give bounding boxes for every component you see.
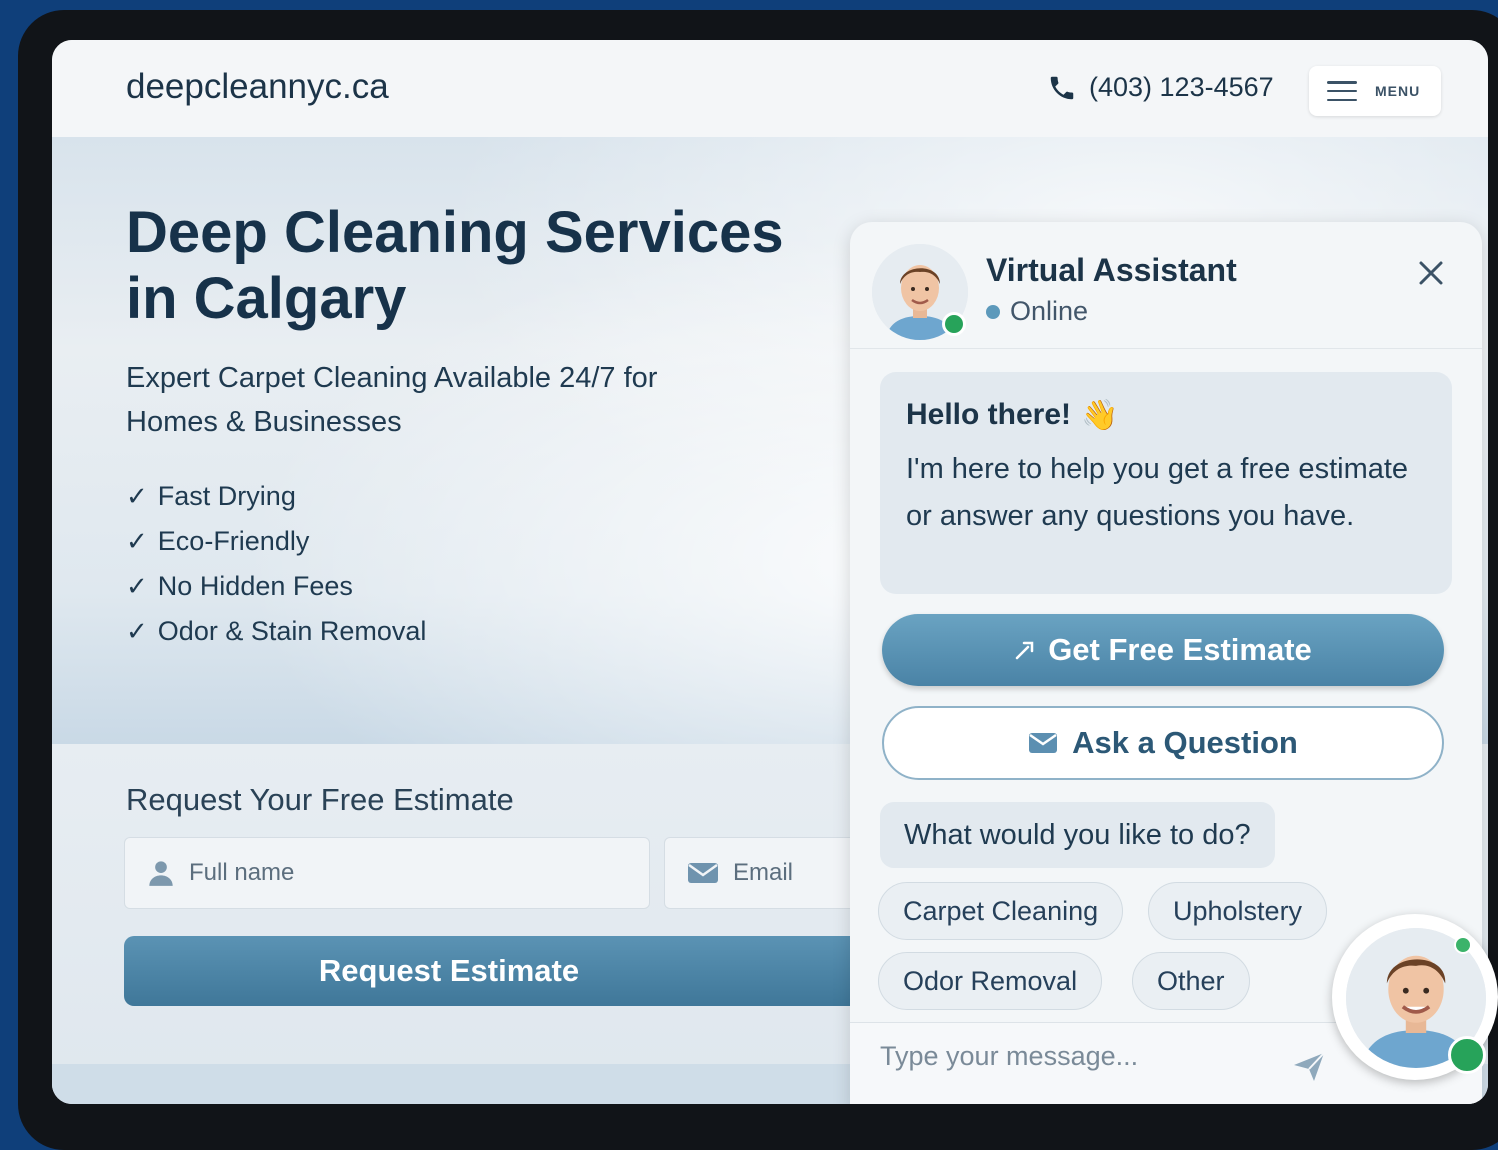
feature-item: ✓ No Hidden Fees [126,571,353,601]
check-icon: ✓ [126,616,148,646]
option-upholstery[interactable]: Upholstery [1148,882,1328,940]
menu-button[interactable]: MENU [1309,66,1441,116]
ask-question-button[interactable]: Ask a Question [882,706,1444,780]
greeting: Hello there! 👋 [906,390,1426,440]
chat-launcher-avatar[interactable] [1332,914,1498,1080]
assistant-status: Online [986,296,1088,327]
user-icon [149,861,173,886]
assistant-message-text: I'm here to help you get a free estimate… [906,453,1409,532]
option-carpet-cleaning[interactable]: Carpet Cleaning [878,882,1124,940]
site-logo[interactable]: deepcleannyc.ca [126,67,389,107]
greeting-text: Hello there! [906,398,1072,431]
send-icon[interactable] [1290,1047,1328,1085]
hero-subtitle: Expert Carpet Cleaning Available 24/7 fo… [126,362,658,438]
feature-item: ✓ Fast Drying [126,481,296,511]
get-free-estimate-label: Get Free Estimate [1048,632,1312,667]
chat-header: Virtual Assistant Online [850,222,1482,349]
feature-list: ✓ Fast Drying ✓ Eco-Friendly ✓ No Hidden Fe… [126,474,426,654]
menu-icon [1327,81,1357,101]
check-icon: ✓ [126,481,148,511]
email-icon [688,863,718,883]
feature-item: ✓ Eco-Friendly [126,526,310,556]
close-icon[interactable] [1416,258,1446,288]
assistant-title: Virtual Assistant [986,252,1237,288]
request-estimate-button[interactable]: Request Estimate [124,936,974,1006]
online-indicator [1448,1036,1486,1074]
site-header: deepcleannyc.ca (403) 123-4567 MENU [52,40,1488,138]
check-icon: ✓ [126,526,148,556]
full-name-field[interactable]: Full name [124,837,650,909]
status-label: Online [1010,296,1089,326]
phone-number: (403) 123-4567 [1089,72,1274,102]
status-dot [986,304,1000,319]
ask-question-label: Ask a Question [1072,725,1298,760]
phone-icon [1050,76,1074,99]
estimate-form-title: Request Your Free Estimate [126,782,514,817]
prompt-message: What would you like to do? [880,802,1275,868]
option-odor-removal[interactable]: Odor Removal [878,952,1103,1010]
hero-title: Deep Cleaning Services in Calgary [126,200,784,331]
email-placeholder: Email [733,859,794,886]
menu-label: MENU [1375,83,1421,99]
online-indicator [942,312,966,336]
browser-screen: deepcleannyc.ca (403) 123-4567 MENU Deep… [52,40,1488,1104]
message-input-placeholder: Type your message... [880,1041,1139,1071]
envelope-icon [1029,733,1058,753]
feature-item: ✓ Odor & Stain Removal [126,616,427,646]
phone-link[interactable]: (403) 123-4567 [1047,72,1274,103]
sparkle-icon [1015,641,1034,660]
option-other[interactable]: Other [1132,952,1250,1010]
assistant-message: Hello there! 👋 I'm here to help you get … [880,372,1452,594]
check-icon: ✓ [126,571,148,601]
waving-hand-icon: 👋 [1081,398,1119,432]
full-name-placeholder: Full name [189,859,295,886]
get-free-estimate-button[interactable]: Get Free Estimate [882,614,1444,686]
online-indicator [1454,936,1472,954]
